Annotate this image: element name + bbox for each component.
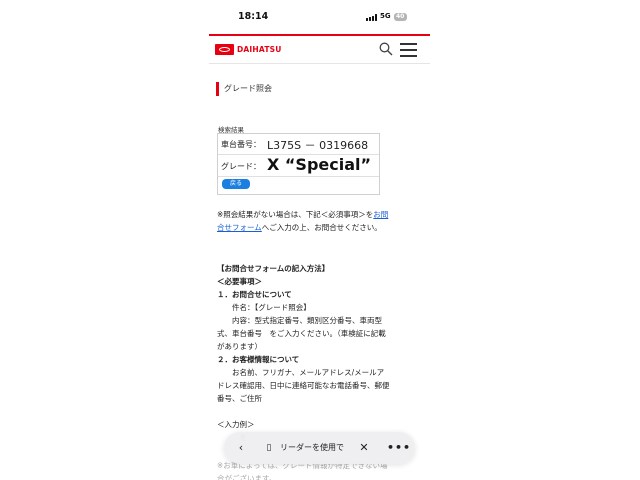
required-heading: ＜必要事項＞	[217, 277, 262, 286]
footer-note-line2: 合がございます。	[217, 474, 277, 480]
daihatsu-logo-icon[interactable]	[215, 44, 234, 55]
reader-mode-button[interactable]: リーダーを使用で	[280, 432, 344, 464]
signal-icon	[366, 14, 378, 21]
battery-icon: 40	[394, 13, 407, 21]
chassis-value: L375S － 0319668	[267, 139, 369, 152]
grade-value: X “Special”	[267, 155, 372, 174]
item1-content-line3: があります）	[217, 342, 262, 351]
item1-title: １．お問合せについて	[217, 290, 292, 299]
close-icon[interactable]: ✕	[356, 432, 372, 464]
network-label: 5G	[380, 12, 391, 20]
contact-form-link-part1[interactable]: お問	[373, 210, 388, 219]
item1-content-line1: 内容：型式指定番号、類別区分番号、車両型	[217, 316, 382, 325]
item2-line3: 番号、ご住所	[217, 394, 262, 403]
result-table: 車台番号： L375S － 0319668 グレード： X “Special” …	[217, 133, 380, 195]
browser-toolbar: ‹ ▯ リーダーを使用で ✕ •••	[224, 432, 415, 464]
item2-line1: お名前、フリガナ、メールアドレス/メールア	[217, 368, 385, 377]
site-logo[interactable]: DAIHATSU	[237, 45, 282, 54]
example-heading: ＜入力例＞	[217, 420, 255, 429]
chevron-left-icon[interactable]: ‹	[232, 432, 250, 464]
more-icon[interactable]: •••	[387, 432, 410, 464]
chassis-row: 車台番号： L375S － 0319668	[218, 134, 379, 155]
site-header: DAIHATSU	[209, 36, 430, 64]
notice-text-1: ※照会結果がない場合は、下記＜必須事項＞を	[217, 210, 374, 219]
item2-title: ２．お客様情報について	[217, 355, 300, 364]
battery-level: 40	[396, 13, 405, 20]
contact-form-link-part2[interactable]: 合せフォーム	[217, 223, 262, 232]
status-bar: 18:14 5G 40	[209, 0, 430, 34]
item2-line2: ドレス確認用、日中に連絡可能なお電話番号、郵便	[217, 381, 390, 390]
hamburger-menu-icon[interactable]	[400, 42, 417, 57]
back-button[interactable]: 戻る	[222, 179, 250, 189]
item1-content-line2: 式、車台番号 をご入力ください。（車検証に記載	[217, 329, 386, 338]
chassis-label: 車台番号：	[221, 140, 261, 149]
item1-subject: 件名：【グレード照会】	[217, 303, 311, 312]
status-time: 18:14	[238, 11, 269, 22]
instructions-heading: 【お問合せフォームの記入方法】	[217, 264, 330, 273]
search-icon[interactable]	[379, 42, 393, 56]
reader-icon[interactable]: ▯	[263, 432, 275, 464]
notice-text-2: へご入力の上、お問合せください。	[261, 223, 382, 232]
grade-row: グレード： X “Special”	[218, 154, 379, 177]
grade-label: グレード：	[221, 162, 261, 171]
notice-line-2: 合せフォームへご入力の上、お問合せください。	[217, 221, 382, 234]
phone-screen: 18:14 5G 40 DAIHATSU グレード照会 検索結果 車台番号： L…	[209, 0, 430, 480]
section-title: グレード照会	[216, 82, 272, 96]
notice-line-1: ※照会結果がない場合は、下記＜必須事項＞をお問	[217, 208, 388, 221]
